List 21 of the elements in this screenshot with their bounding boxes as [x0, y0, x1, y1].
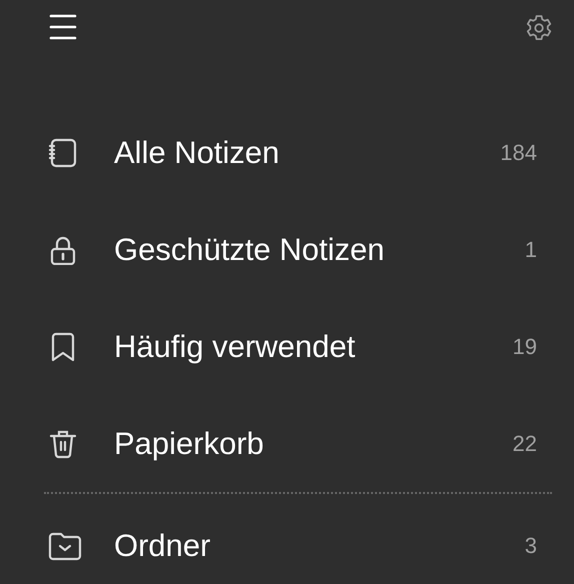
folder-icon — [48, 530, 82, 560]
menu-item[interactable]: Papierkorb 22 — [0, 395, 574, 492]
menu-icon[interactable] — [49, 14, 77, 40]
menu-item-label: Papierkorb — [114, 426, 265, 462]
menu-item[interactable]: Geschützte Notizen 1 — [0, 201, 574, 298]
settings-icon[interactable] — [524, 13, 554, 43]
menu-item[interactable]: Alle Notizen 184 — [0, 104, 574, 201]
menu-item[interactable]: Häufig verwendet 19 — [0, 298, 574, 395]
item-count: 19 — [512, 334, 537, 360]
trash-icon — [48, 428, 78, 458]
item-count: 22 — [512, 430, 537, 456]
menu-item-label: Geschützte Notizen — [114, 232, 386, 268]
menu-item-label: Häufig verwendet — [114, 328, 356, 364]
menu-item-label: Ordner — [114, 528, 212, 564]
menu-item-label: Alle Notizen — [114, 134, 280, 170]
item-count: 3 — [524, 532, 537, 558]
menu-item[interactable]: Ordner 3 — [0, 494, 574, 584]
notebook-icon — [48, 138, 78, 168]
lock-icon — [48, 234, 78, 264]
item-count: 1 — [524, 236, 537, 262]
item-count: 184 — [500, 140, 537, 166]
